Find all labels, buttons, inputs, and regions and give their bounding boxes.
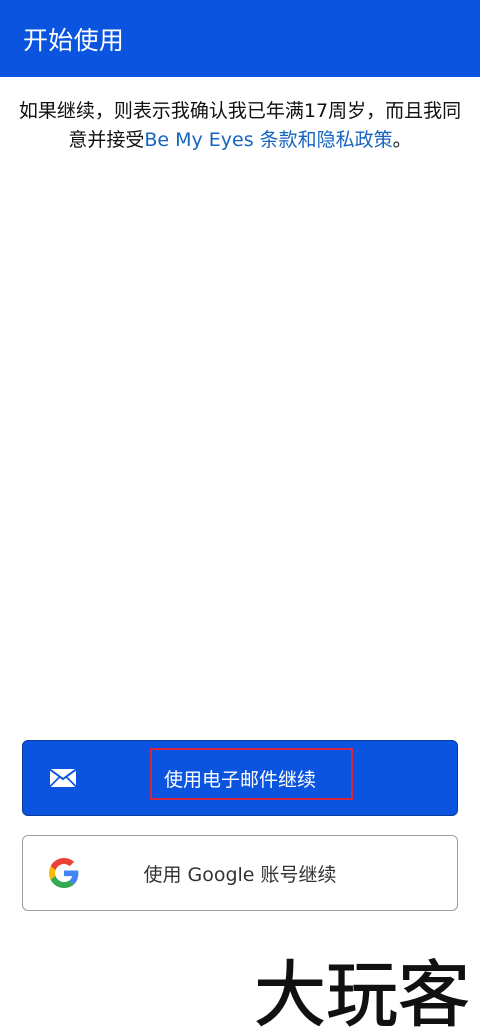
page-title: 开始使用 bbox=[23, 25, 125, 55]
watermark-logo: 大玩客 bbox=[253, 953, 470, 1031]
terms-privacy-link[interactable]: Be My Eyes 条款和隐私政策 bbox=[144, 129, 392, 151]
consent-text: 如果继续，则表示我确认我已年满17周岁，而且我同意并接受Be My Eyes 条… bbox=[14, 97, 466, 155]
continue-with-google-button[interactable]: 使用 Google 账号继续 bbox=[22, 835, 458, 911]
app-bar: 开始使用 bbox=[0, 0, 480, 77]
envelope-icon bbox=[49, 768, 77, 788]
consent-text-after: 。 bbox=[392, 129, 412, 151]
watermark-text: 大玩客 bbox=[254, 953, 470, 1031]
google-button-label: 使用 Google 账号继续 bbox=[143, 863, 337, 886]
continue-with-email-button[interactable]: 使用电子邮件继续 bbox=[22, 740, 458, 816]
google-g-icon bbox=[49, 858, 79, 888]
email-button-label: 使用电子邮件继续 bbox=[163, 768, 316, 791]
